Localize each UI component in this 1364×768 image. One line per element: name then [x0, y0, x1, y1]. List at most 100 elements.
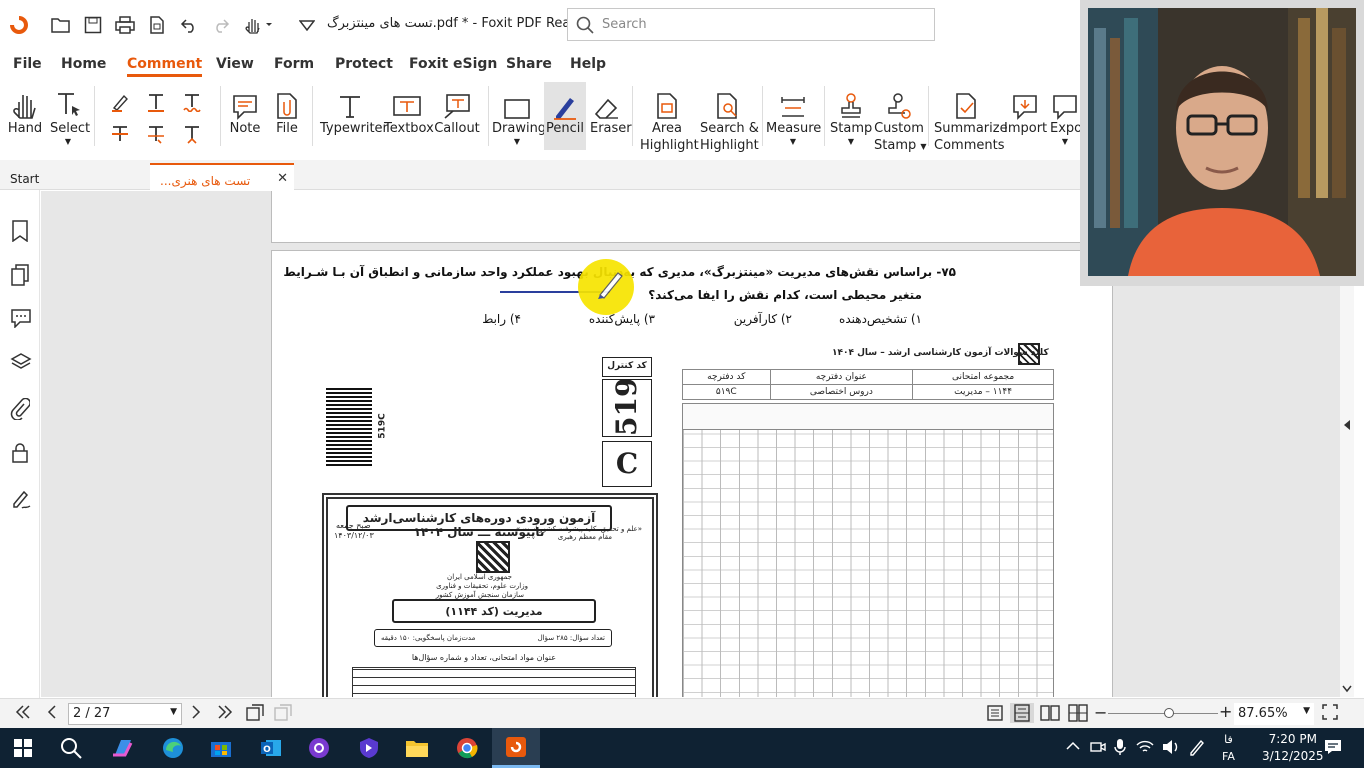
undo-icon[interactable]: [176, 14, 202, 36]
menu-view[interactable]: View: [216, 56, 254, 72]
area-highlight-button[interactable]: Area Highlight: [640, 82, 699, 154]
microsoft-store-icon[interactable]: [206, 734, 236, 762]
summarize-comments-button[interactable]: Summarize Comments: [934, 82, 1008, 154]
measure-button[interactable]: Measure ▼: [766, 82, 821, 146]
comments-panel-icon[interactable]: [10, 308, 32, 330]
highlight-text-button[interactable]: [108, 82, 132, 112]
hand-button[interactable]: Hand: [6, 82, 44, 137]
typewriter-button[interactable]: Typewriter: [320, 82, 388, 137]
windows-start-icon[interactable]: [8, 734, 38, 762]
notifications-icon[interactable]: [1324, 739, 1342, 759]
single-page-view-icon[interactable]: [986, 704, 1004, 726]
menu-file[interactable]: File: [13, 56, 42, 72]
pdf-page[interactable]: ۷۵- براساس نقش‌های مدیریت «مینتزبرگ»، مد…: [271, 250, 1113, 697]
menu-share[interactable]: Share: [506, 56, 552, 72]
layers-icon[interactable]: [10, 352, 32, 374]
save-icon[interactable]: [80, 14, 106, 36]
search-highlight-button[interactable]: Search & Highlight: [700, 82, 759, 154]
first-page-icon[interactable]: [14, 704, 32, 724]
media-app-icon[interactable]: [304, 734, 334, 762]
clock-time: 7:20 PM: [1268, 732, 1317, 746]
open-folder-icon[interactable]: [48, 14, 74, 36]
chevron-down-icon[interactable]: ▼: [170, 707, 177, 717]
security-lock-icon[interactable]: [10, 442, 32, 464]
facing-view-icon[interactable]: [1040, 704, 1060, 726]
bookmark-icon[interactable]: [10, 220, 32, 243]
copilot-icon[interactable]: [108, 734, 138, 762]
zoom-in-icon[interactable]: +: [1219, 702, 1232, 721]
scroll-left-arrow-icon[interactable]: [1342, 419, 1352, 431]
tab-document[interactable]: ...تست های هنری مینتزبر ✕: [150, 163, 294, 202]
squiggly-text-button[interactable]: [180, 82, 204, 112]
last-page-icon[interactable]: [216, 704, 234, 724]
previous-page-icon[interactable]: [46, 704, 58, 724]
select-button[interactable]: Select ▼: [50, 82, 90, 146]
zoom-slider-thumb[interactable]: [1163, 708, 1174, 718]
customize-dropdown-icon[interactable]: [294, 14, 320, 36]
stamp-button[interactable]: Stamp ▼: [830, 82, 872, 146]
eraser-button[interactable]: Eraser: [590, 82, 632, 137]
input-language-indicator[interactable]: فا FA: [1222, 731, 1235, 765]
menu-protect[interactable]: Protect: [335, 56, 393, 72]
import-button[interactable]: Import: [1004, 82, 1047, 137]
menu-home[interactable]: Home: [61, 56, 106, 72]
menu-foxit-esign[interactable]: Foxit eSign: [409, 56, 497, 72]
zoom-out-icon[interactable]: −: [1094, 703, 1107, 722]
security-shield-icon[interactable]: [354, 734, 384, 762]
zoom-slider-track[interactable]: [1108, 713, 1218, 714]
redo-icon[interactable]: [208, 14, 234, 36]
tab-start[interactable]: Start: [0, 163, 146, 190]
page-thumbnails-icon[interactable]: [10, 264, 32, 286]
close-tab-icon[interactable]: ✕: [277, 171, 288, 186]
export-button[interactable]: Expo ▼: [1050, 82, 1080, 146]
show-hidden-icons-chevron-icon[interactable]: [1066, 740, 1080, 755]
key-value-code: ۵۱۹C: [682, 384, 771, 400]
edge-browser-icon[interactable]: [158, 734, 188, 762]
hand-icon: [6, 82, 44, 120]
volume-icon[interactable]: [1162, 739, 1180, 759]
fit-page-icon[interactable]: [246, 704, 264, 726]
menu-form[interactable]: Form: [274, 56, 314, 72]
continuous-view-icon[interactable]: [1010, 703, 1034, 723]
new-document-icon[interactable]: [144, 14, 170, 36]
scroll-down-arrow-icon[interactable]: [1342, 685, 1352, 693]
menu-help[interactable]: Help: [570, 56, 606, 72]
chrome-browser-icon[interactable]: [452, 734, 482, 762]
continuous-facing-view-icon[interactable]: [1068, 704, 1088, 726]
chevron-down-icon[interactable]: ▼: [1303, 706, 1310, 716]
strikeout-text-button[interactable]: [108, 118, 132, 144]
pencil-button[interactable]: Pencil: [544, 82, 586, 150]
barcode-image: [326, 386, 372, 466]
custom-stamp-button[interactable]: Custom Stamp ▼: [874, 82, 927, 155]
textbox-button[interactable]: Textbox: [384, 82, 434, 137]
insert-text-button[interactable]: [180, 118, 204, 144]
microphone-icon[interactable]: [1114, 738, 1126, 760]
search-input[interactable]: Search: [567, 8, 935, 41]
attachments-paperclip-icon[interactable]: [10, 397, 32, 421]
callout-button[interactable]: Callout: [434, 82, 480, 137]
hand-tool-dropdown-icon[interactable]: [242, 14, 276, 36]
page-number-input[interactable]: 2 / 27 ▼: [68, 703, 182, 725]
search-icon[interactable]: [56, 734, 86, 762]
network-icon[interactable]: [1136, 739, 1154, 759]
replace-text-button[interactable]: [144, 118, 168, 144]
pen-ink-icon[interactable]: [1188, 738, 1206, 760]
foxit-pdf-taskbar-button[interactable]: [492, 728, 540, 768]
fullscreen-icon[interactable]: [1322, 704, 1338, 724]
outlook-icon[interactable]: O: [256, 734, 286, 762]
next-page-icon[interactable]: [190, 704, 202, 724]
file-explorer-icon[interactable]: [402, 734, 432, 762]
signature-pen-icon[interactable]: [10, 488, 32, 510]
reflow-icon[interactable]: [274, 704, 292, 726]
zoom-level-input[interactable]: 87.65% ▼: [1234, 703, 1314, 725]
chevron-down-icon: ▼: [64, 137, 72, 146]
foxit-logo-icon: [6, 14, 32, 36]
menu-comment[interactable]: Comment: [127, 56, 203, 77]
note-button[interactable]: Note: [226, 82, 264, 137]
system-clock[interactable]: 7:20 PM 3/12/2025: [1262, 731, 1324, 765]
camera-status-icon[interactable]: [1090, 740, 1106, 758]
underline-text-button[interactable]: [144, 82, 168, 112]
drawing-button[interactable]: Drawing ▼: [492, 82, 546, 146]
print-icon[interactable]: [112, 14, 138, 36]
file-attachment-button[interactable]: File: [270, 82, 304, 137]
